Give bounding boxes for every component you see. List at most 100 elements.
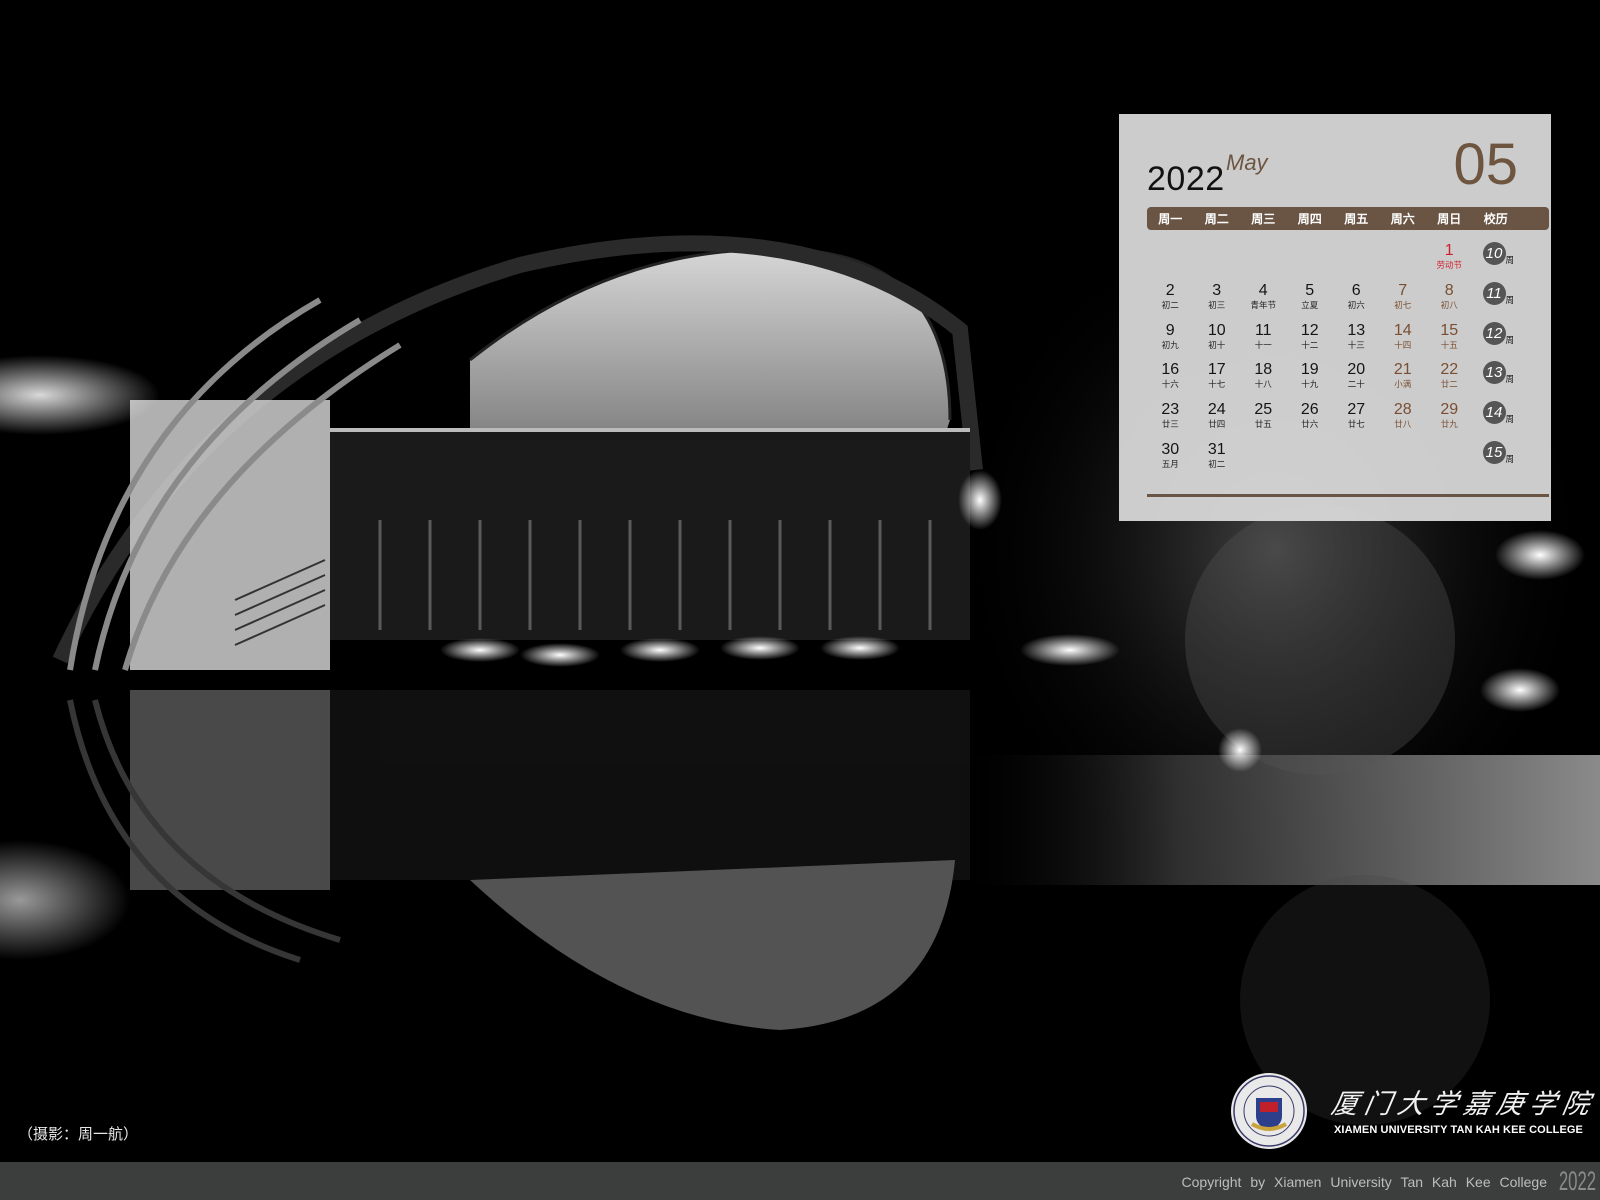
lunar-date-label: 初八 (1440, 300, 1458, 311)
calendar-day-cell: 5 立夏 (1287, 282, 1334, 312)
lunar-date-label: 廿七 (1347, 420, 1365, 431)
lunar-date-label: 十七 (1208, 380, 1226, 391)
footer-bar: Copyright by Xiamen University Tan Kah K… (0, 1162, 1600, 1200)
lunar-date-label: 十一 (1254, 340, 1272, 351)
weekday-header: 周四 (1297, 212, 1322, 226)
calendar-day-cell (1240, 242, 1287, 243)
lunar-date-label: 廿二 (1440, 380, 1458, 391)
school-week-suffix: 周 (1505, 256, 1515, 266)
day-number: 29 (1440, 401, 1459, 419)
school-week-cell: 14 周 (1473, 401, 1519, 431)
day-number: 1 (1444, 242, 1454, 259)
lunar-date-label: 小满 (1394, 380, 1412, 391)
lunar-date-label: 立夏 (1301, 300, 1319, 311)
lunar-date-label: 初十 (1208, 340, 1226, 351)
copyright-text: Copyright by Xiamen University Tan Kah K… (1181, 1174, 1547, 1190)
weekday-header: 周一 (1158, 212, 1183, 226)
calendar-day-cell: 10 初十 (1194, 322, 1241, 352)
calendar-day-cell (1287, 242, 1334, 243)
lunar-date-label: 初二 (1208, 459, 1226, 470)
calendar-day-cell (1380, 441, 1427, 442)
lunar-date-label: 十二 (1301, 340, 1319, 351)
day-number: 18 (1254, 361, 1273, 379)
day-number: 15 (1440, 321, 1459, 339)
day-number: 24 (1207, 401, 1226, 419)
lunar-date-label: 十五 (1440, 340, 1458, 351)
school-week-suffix: 周 (1505, 375, 1515, 386)
day-number: 9 (1165, 321, 1175, 339)
calendar-panel: 2022 May 05 周一 周二 周三 周四 周五 周六 周日 校历 1 劳动节… (1119, 114, 1551, 521)
calendar-day-cell (1333, 242, 1380, 243)
lunar-date-label: 廿八 (1394, 420, 1412, 431)
calendar-day-cell: 28 廿八 (1380, 401, 1427, 431)
lunar-date-label: 廿九 (1440, 420, 1458, 431)
weekday-header: 周三 (1251, 212, 1276, 226)
day-number: 14 (1393, 321, 1412, 339)
school-week-cell: 11 周 (1473, 281, 1519, 312)
calendar-day-cell: 21 小满 (1380, 361, 1427, 391)
college-name-cn: 厦门大学嘉庚学院 (1328, 1089, 1599, 1120)
school-week-cell: 15 周 (1473, 440, 1519, 471)
calendar-day-cell: 8 初八 (1426, 282, 1473, 312)
lunar-date-label: 廿六 (1301, 420, 1319, 431)
lunar-date-label: 十八 (1254, 380, 1272, 391)
calendar-day-cell: 9 初九 (1147, 322, 1194, 352)
calendar-day-cell: 20 二十 (1333, 361, 1380, 391)
day-number: 17 (1207, 361, 1226, 379)
day-number: 11 (1254, 321, 1272, 339)
weekday-header-bar: 周一 周二 周三 周四 周五 周六 周日 校历 (1147, 207, 1549, 230)
calendar-day-cell: 11 十一 (1240, 322, 1287, 352)
calendar-week-row: 1 劳动节 10 周 (1147, 242, 1549, 282)
calendar-month-name: May (1226, 150, 1268, 175)
calendar-day-cell: 31 初二 (1194, 441, 1241, 471)
day-number: 4 (1258, 281, 1268, 299)
day-number: 30 (1161, 440, 1180, 458)
lunar-date-label: 廿四 (1208, 420, 1226, 431)
day-number: 26 (1300, 401, 1319, 419)
lunar-date-label: 十四 (1394, 340, 1412, 351)
calendar-year: 2022 (1147, 160, 1225, 198)
calendar-day-cell: 24 廿四 (1194, 401, 1241, 431)
school-week-cell: 12 周 (1473, 321, 1519, 352)
calendar-week-row: 9 初九 10 初十 11 十一 12 十二 13 十三 14 十四 15 十五 12 周 (1147, 321, 1549, 362)
calendar-day-cell: 27 廿七 (1333, 401, 1380, 431)
weekday-header: 周五 (1344, 212, 1369, 226)
day-number: 10 (1207, 321, 1226, 339)
lunar-date-label: 十九 (1301, 380, 1319, 391)
school-week-number-badge: 13 (1482, 361, 1506, 385)
calendar-month-number: 05 (1453, 132, 1518, 197)
day-number: 13 (1347, 321, 1366, 339)
calendar-day-cell: 1 劳动节 (1426, 242, 1473, 272)
lunar-date-label: 劳动节 (1436, 261, 1462, 271)
school-week-number-badge: 14 (1482, 401, 1506, 425)
calendar-day-cell: 2 初二 (1147, 282, 1194, 312)
calendar-day-cell: 29 廿九 (1426, 401, 1473, 431)
calendar-day-cell: 22 廿二 (1426, 361, 1473, 391)
lunar-date-label: 初九 (1161, 340, 1179, 351)
day-number: 25 (1254, 401, 1273, 419)
calendar-bottom-rule (1147, 494, 1549, 497)
calendar-day-cell: 18 十八 (1240, 361, 1287, 391)
calendar-day-cell (1333, 441, 1380, 442)
weekday-header: 周二 (1204, 212, 1229, 226)
calendar-day-cell: 14 十四 (1380, 322, 1427, 352)
calendar-day-cell: 3 初三 (1194, 282, 1241, 312)
school-week-number-badge: 10 (1482, 242, 1506, 265)
weekday-header: 周日 (1437, 212, 1462, 226)
school-week-suffix: 周 (1505, 295, 1515, 306)
lunar-date-label: 五月 (1161, 459, 1179, 470)
calendar-day-cell: 13 十三 (1333, 322, 1380, 352)
calendar-day-cell: 7 初七 (1380, 282, 1427, 312)
calendar-week-row: 2 初二 3 初三 4 青年节 5 立夏 6 初六 7 初七 8 初八 11 周 (1147, 281, 1549, 322)
calendar-week-row: 16 十六 17 十七 18 十八 19 十九 20 二十 21 小满 22 廿二 13 周 (1147, 361, 1549, 401)
lunar-date-label: 青年节 (1250, 300, 1276, 311)
calendar-day-cell: 19 十九 (1287, 361, 1334, 391)
school-week-suffix: 周 (1505, 454, 1515, 465)
calendar-day-cell: 25 廿五 (1240, 401, 1287, 431)
day-number: 5 (1305, 281, 1315, 299)
day-number: 16 (1161, 361, 1180, 379)
school-week-header: 校历 (1483, 212, 1508, 226)
school-week-cell: 10 周 (1473, 242, 1519, 272)
day-number: 2 (1165, 281, 1175, 299)
day-number: 21 (1393, 361, 1412, 379)
